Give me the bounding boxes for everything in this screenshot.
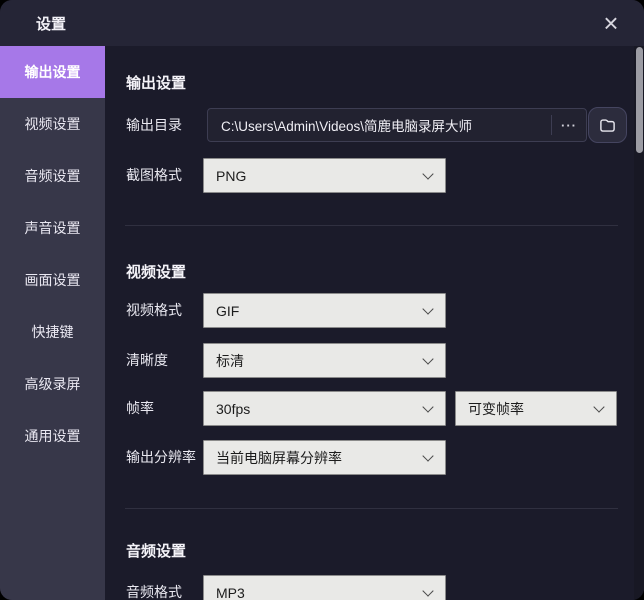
clarity-label: 清晰度 bbox=[126, 352, 168, 368]
framerate-value: 30fps bbox=[216, 400, 251, 417]
output-section-title: 输出设置 bbox=[126, 75, 187, 92]
resolution-label: 输出分辨率 bbox=[126, 449, 196, 465]
audio-format-select[interactable]: MP3 bbox=[203, 575, 446, 600]
audio-format-value: MP3 bbox=[216, 584, 245, 600]
scrollbar-thumb[interactable] bbox=[636, 47, 643, 153]
sidebar-item-advanced-recording[interactable]: 高级录屏 bbox=[0, 358, 105, 410]
output-dir-label: 输出目录 bbox=[126, 117, 182, 133]
chevron-down-icon bbox=[593, 401, 605, 413]
sidebar: 输出设置 视频设置 音频设置 声音设置 画面设置 快捷键 高级录屏 通用设置 bbox=[0, 46, 105, 600]
section-divider bbox=[125, 508, 618, 509]
window-title: 设置 bbox=[36, 16, 67, 33]
folder-icon bbox=[600, 118, 615, 132]
close-icon: × bbox=[603, 8, 619, 38]
sidebar-item-sound-settings[interactable]: 声音设置 bbox=[0, 202, 105, 254]
audio-format-label: 音频格式 bbox=[126, 584, 182, 600]
sidebar-item-picture-settings[interactable]: 画面设置 bbox=[0, 254, 105, 306]
screenshot-format-label: 截图格式 bbox=[126, 167, 182, 183]
chevron-down-icon bbox=[422, 585, 434, 597]
chevron-down-icon bbox=[422, 303, 434, 315]
chevron-down-icon bbox=[422, 401, 434, 413]
section-divider bbox=[125, 225, 618, 226]
title-bar: 设置 × bbox=[0, 0, 644, 46]
sidebar-item-audio-settings[interactable]: 音频设置 bbox=[0, 150, 105, 202]
resolution-select[interactable]: 当前电脑屏幕分辨率 bbox=[203, 440, 446, 475]
sidebar-item-general-settings[interactable]: 通用设置 bbox=[0, 410, 105, 462]
sidebar-item-hotkeys[interactable]: 快捷键 bbox=[0, 306, 105, 358]
framerate-select[interactable]: 30fps bbox=[203, 391, 446, 426]
open-folder-button[interactable] bbox=[588, 107, 627, 143]
close-button[interactable]: × bbox=[594, 6, 628, 40]
output-dir-field[interactable]: C:\Users\Admin\Videos\简鹿电脑录屏大师 ··· bbox=[207, 108, 587, 142]
chevron-down-icon bbox=[422, 450, 434, 462]
chevron-down-icon bbox=[422, 353, 434, 365]
settings-window: 设置 × 输出设置 视频设置 音频设置 声音设置 画面设置 快捷键 高级录屏 通… bbox=[0, 0, 644, 600]
resolution-value: 当前电脑屏幕分辨率 bbox=[216, 449, 342, 466]
output-dir-value: C:\Users\Admin\Videos\简鹿电脑录屏大师 bbox=[221, 119, 473, 134]
chevron-down-icon bbox=[422, 168, 434, 180]
screenshot-format-select[interactable]: PNG bbox=[203, 158, 446, 193]
framerate-mode-value: 可变帧率 bbox=[468, 400, 524, 417]
settings-content: 输出设置 输出目录 C:\Users\Admin\Videos\简鹿电脑录屏大师… bbox=[105, 46, 644, 600]
video-format-label: 视频格式 bbox=[126, 302, 182, 318]
browse-more-button[interactable]: ··· bbox=[552, 109, 586, 141]
framerate-mode-select[interactable]: 可变帧率 bbox=[455, 391, 617, 426]
clarity-select[interactable]: 标清 bbox=[203, 343, 446, 378]
video-format-value: GIF bbox=[216, 302, 240, 319]
framerate-label: 帧率 bbox=[126, 400, 154, 416]
audio-section-title: 音频设置 bbox=[126, 543, 187, 560]
video-format-select[interactable]: GIF bbox=[203, 293, 446, 328]
sidebar-item-output-settings[interactable]: 输出设置 bbox=[0, 46, 105, 98]
sidebar-item-video-settings[interactable]: 视频设置 bbox=[0, 98, 105, 150]
clarity-value: 标清 bbox=[216, 352, 244, 369]
screenshot-format-value: PNG bbox=[216, 167, 247, 184]
video-section-title: 视频设置 bbox=[126, 264, 187, 281]
